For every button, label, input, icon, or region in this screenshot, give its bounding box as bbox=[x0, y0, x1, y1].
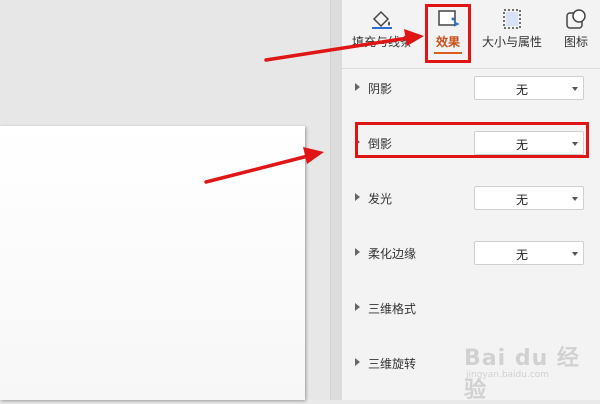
tab-size-and-properties-label: 大小与属性 bbox=[481, 35, 542, 49]
expand-arrow-icon[interactable] bbox=[355, 138, 360, 146]
paint-bucket-icon bbox=[372, 10, 392, 29]
tabs-divider bbox=[342, 68, 600, 69]
effect-label-soft-edges: 柔化边缘 bbox=[368, 247, 417, 261]
tab-effect-label: 效果 bbox=[435, 35, 460, 49]
effect-row-3d-format[interactable]: 三维格式 bbox=[342, 292, 600, 324]
effect-label-shadow: 阴影 bbox=[368, 82, 393, 96]
chevron-down-icon bbox=[572, 142, 578, 146]
effect-row-glow[interactable]: 发光 无 bbox=[342, 182, 600, 214]
expand-arrow-icon[interactable] bbox=[355, 248, 360, 256]
effect-label-3d-format: 三维格式 bbox=[368, 302, 417, 316]
expand-arrow-icon[interactable] bbox=[355, 358, 360, 366]
expand-arrow-icon[interactable] bbox=[355, 193, 360, 201]
effect-icon bbox=[438, 10, 460, 27]
effect-row-reflection[interactable]: 倒影 无 bbox=[342, 127, 600, 159]
tab-fill-and-line[interactable]: 填充与线条 bbox=[346, 4, 418, 56]
effect-label-glow: 发光 bbox=[368, 192, 393, 206]
glow-dropdown-value: 无 bbox=[515, 193, 528, 207]
expand-arrow-icon[interactable] bbox=[355, 303, 360, 311]
document-canvas bbox=[0, 0, 330, 400]
effect-label-3d-rotation: 三维旋转 bbox=[368, 357, 417, 371]
effect-row-soft-edges[interactable]: 柔化边缘 无 bbox=[342, 237, 600, 269]
soft-edges-dropdown[interactable]: 无 bbox=[474, 241, 584, 265]
active-tab-indicator bbox=[434, 52, 462, 54]
chevron-down-icon bbox=[572, 197, 578, 201]
effect-row-shadow[interactable]: 阴影 无 bbox=[342, 72, 600, 104]
soft-edges-dropdown-value: 无 bbox=[515, 248, 528, 262]
expand-arrow-icon[interactable] bbox=[355, 83, 360, 91]
baidu-jingyan-watermark: Bai du 经验 jingyan.baidu.com bbox=[460, 338, 600, 403]
effect-label-reflection: 倒影 bbox=[368, 137, 393, 151]
tab-effect[interactable]: 效果 bbox=[426, 4, 470, 56]
tab-fill-and-line-label: 填充与线条 bbox=[351, 35, 412, 49]
shape-icon bbox=[566, 9, 586, 29]
reflection-dropdown-value: 无 bbox=[515, 138, 528, 152]
shadow-dropdown-value: 无 bbox=[515, 83, 528, 97]
chevron-down-icon bbox=[572, 87, 578, 91]
size-properties-icon bbox=[503, 9, 521, 29]
tab-icon-label: 图标 bbox=[563, 35, 588, 49]
tab-size-and-properties[interactable]: 大小与属性 bbox=[476, 4, 548, 56]
watermark-url: jingyan.baidu.com bbox=[466, 370, 550, 380]
reflection-dropdown[interactable]: 无 bbox=[474, 131, 584, 155]
document-page[interactable] bbox=[0, 126, 305, 400]
chevron-down-icon bbox=[572, 252, 578, 256]
tab-icon[interactable]: 图标 bbox=[556, 4, 596, 56]
glow-dropdown[interactable]: 无 bbox=[474, 186, 584, 210]
shadow-dropdown[interactable]: 无 bbox=[474, 76, 584, 100]
